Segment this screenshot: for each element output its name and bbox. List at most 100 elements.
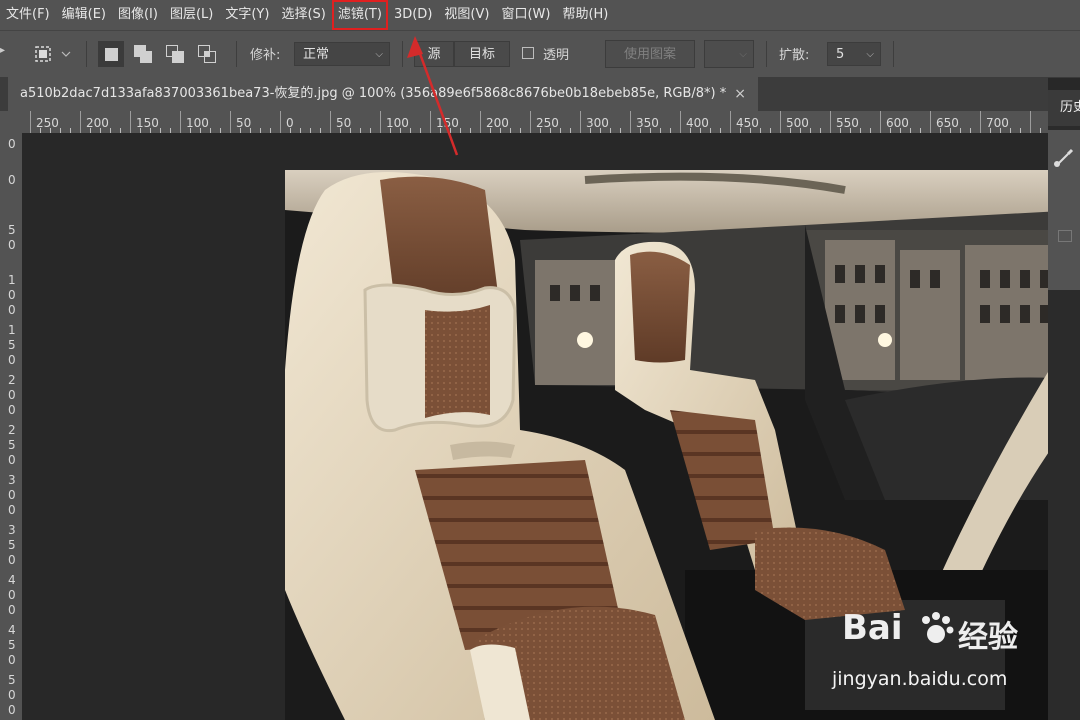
ruler-tick <box>180 111 181 133</box>
ruler-label: 5 <box>8 223 16 237</box>
history-brush-icon[interactable] <box>1048 130 1080 190</box>
ruler-label: 0 <box>8 403 16 417</box>
options-bar: ▸ 修补: 正常 ⌵ 源 目标 透明 使用图案 ⌵ 扩散: 5 ⌵ <box>0 30 1080 78</box>
menu-help[interactable]: 帮助(H) <box>556 0 614 30</box>
ruler-label: 5 <box>8 538 16 552</box>
ruler-label: 0 <box>8 303 16 317</box>
ruler-label: 2 <box>8 423 16 437</box>
ruler-label: 50 <box>236 116 252 130</box>
horizontal-ruler[interactable]: 250 200 150 100 50 0 50 100 150 200 250 … <box>30 111 1048 134</box>
ruler-label: 0 <box>8 688 16 702</box>
watermark-brand-cn: 经验 <box>958 620 1018 655</box>
paw-logo-icon <box>922 612 954 643</box>
menu-3d[interactable]: 3D(D) <box>388 0 438 30</box>
ruler-tick <box>680 111 681 133</box>
chevron-down-icon: ⌵ <box>375 49 383 60</box>
document-tab-title: a510b2dac7d133afa837003361bea73-恢复的.jpg … <box>20 86 727 101</box>
subtract-from-selection-button[interactable] <box>162 41 188 67</box>
ruler-corner <box>0 111 30 133</box>
ruler-label: 0 <box>8 603 16 617</box>
ruler-label: 0 <box>8 388 16 402</box>
watermark-url: jingyan.baidu.com <box>832 668 1008 690</box>
snapshot-icon[interactable] <box>1058 230 1072 242</box>
menu-file[interactable]: 文件(F) <box>0 0 56 30</box>
ruler-label: 0 <box>8 488 16 502</box>
ruler-label: 0 <box>8 503 16 517</box>
ruler-label: 3 <box>8 523 16 537</box>
menu-layer[interactable]: 图层(L) <box>164 0 219 30</box>
menu-window[interactable]: 窗口(W) <box>495 0 556 30</box>
ruler-tick <box>630 111 631 133</box>
collapse-arrow-icon[interactable]: ▸ <box>0 45 5 56</box>
ruler-label: 5 <box>8 438 16 452</box>
history-panel-tab[interactable]: 历史 <box>1048 90 1080 126</box>
document-tab[interactable]: a510b2dac7d133afa837003361bea73-恢复的.jpg … <box>8 77 758 111</box>
patch-mode-dropdown[interactable]: 正常 ⌵ <box>294 42 390 66</box>
patch-tool-icon <box>35 46 71 62</box>
add-to-selection-button[interactable] <box>130 41 156 67</box>
vertical-ruler[interactable]: 0 0 5 0 1 0 0 1 5 0 2 0 0 2 5 0 3 0 0 3 … <box>0 133 22 720</box>
menu-image[interactable]: 图像(I) <box>112 0 164 30</box>
ruler-tick <box>530 111 531 133</box>
use-pattern-button[interactable]: 使用图案 <box>605 40 695 68</box>
ruler-label: 0 <box>8 173 16 187</box>
ruler-label: 4 <box>8 573 16 587</box>
watermark-brand: Bai <box>842 608 903 648</box>
diffuse-label: 扩散: <box>779 48 810 63</box>
ruler-tick <box>880 111 881 133</box>
patch-label: 修补: <box>250 48 281 63</box>
ruler-tick <box>780 111 781 133</box>
menu-type[interactable]: 文字(Y) <box>219 0 275 30</box>
ruler-label: 0 <box>8 653 16 667</box>
ruler-label: 0 <box>8 588 16 602</box>
ruler-tick <box>280 111 281 133</box>
ruler-label: 0 <box>8 288 16 302</box>
chevron-down-icon: ⌵ <box>739 49 747 60</box>
ruler-label: 0 <box>8 238 16 252</box>
ruler-tick <box>980 111 981 133</box>
ruler-tick <box>230 111 231 133</box>
document-tab-bar: a510b2dac7d133afa837003361bea73-恢复的.jpg … <box>0 77 1048 111</box>
ruler-label: 5 <box>8 673 16 687</box>
intersect-selection-button[interactable] <box>194 41 220 67</box>
ruler-label: 1 <box>8 323 16 337</box>
ruler-label: 4 <box>8 623 16 637</box>
ruler-label: 0 <box>8 453 16 467</box>
menu-edit[interactable]: 编辑(E) <box>56 0 112 30</box>
menu-view[interactable]: 视图(V) <box>438 0 495 30</box>
transparent-checkbox[interactable] <box>522 47 534 59</box>
ruler-tick <box>1030 111 1031 133</box>
ruler-tick <box>30 111 31 133</box>
annotation-arrow <box>407 36 459 156</box>
ruler-label: 0 <box>8 137 16 151</box>
diffuse-value: 5 <box>836 47 845 62</box>
menu-bar: 文件(F) 编辑(E) 图像(I) 图层(L) 文字(Y) 选择(S) 滤镜(T… <box>0 0 1080 30</box>
ruler-label: 0 <box>8 703 16 717</box>
ruler-label: 0 <box>8 353 16 367</box>
ruler-label: 1 <box>8 273 16 287</box>
ruler-label: 3 <box>8 473 16 487</box>
ruler-label: 0 <box>8 553 16 567</box>
transparent-label: 透明 <box>543 48 570 63</box>
ruler-label: 50 <box>336 116 352 130</box>
pattern-picker[interactable]: ⌵ <box>704 40 754 68</box>
ruler-tick <box>580 111 581 133</box>
diffuse-dropdown[interactable]: 5 ⌵ <box>827 42 881 66</box>
new-selection-button[interactable] <box>98 41 124 67</box>
ruler-label: 5 <box>8 338 16 352</box>
menu-filter[interactable]: 滤镜(T) <box>332 0 388 30</box>
baidu-watermark: Bai 经验 jingyan.baidu.com <box>830 602 1080 697</box>
ruler-tick <box>930 111 931 133</box>
menu-select[interactable]: 选择(S) <box>275 0 331 30</box>
ruler-tick <box>130 111 131 133</box>
history-panel-body <box>1048 130 1080 290</box>
close-icon[interactable]: × <box>734 77 746 111</box>
ruler-tick <box>330 111 331 133</box>
ruler-tick <box>480 111 481 133</box>
ruler-tick <box>80 111 81 133</box>
ruler-label: 2 <box>8 373 16 387</box>
ruler-tick <box>380 111 381 133</box>
ruler-tick <box>830 111 831 133</box>
patch-tool-preset[interactable] <box>30 41 76 67</box>
patch-mode-value: 正常 <box>303 47 330 62</box>
